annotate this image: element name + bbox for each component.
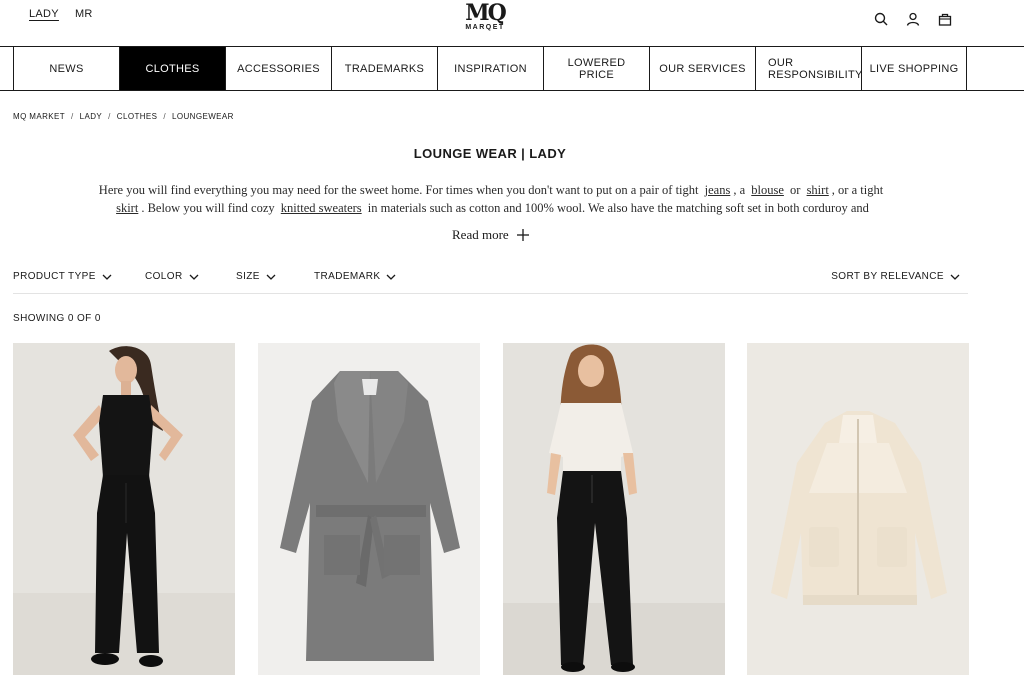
read-more-button[interactable]: Read more [452,227,529,243]
filter-product-type[interactable]: PRODUCT TYPE [13,271,112,282]
filter-color[interactable]: COLOR [145,271,199,282]
breadcrumb-separator: / [71,112,74,121]
chevron-down-icon [266,274,276,280]
bag-icon[interactable] [936,10,954,28]
read-more-label: Read more [452,227,509,242]
link-jeans[interactable]: jeans [705,183,731,197]
intro-text: Here you will find everything you may ne… [98,183,699,197]
sort-label: SORT BY RELEVANCE [831,271,944,282]
results-count: SHOWING 0 OF 0 [13,313,101,324]
product-card-black-tank-trousers[interactable] [13,343,235,675]
nav-item-accessories[interactable]: ACCESSORIES [225,47,331,90]
nav-item-news[interactable]: NEWS [13,47,119,90]
product-image [503,343,725,675]
category-description: Here you will find everything you may ne… [96,181,886,217]
link-blouse[interactable]: blouse [751,183,784,197]
breadcrumb-separator: / [108,112,111,121]
nav-item-trademarks[interactable]: TRADEMARKS [331,47,437,90]
breadcrumb-item-loungewear[interactable]: LOUNGEWEAR [172,112,234,121]
breadcrumb-item-lady[interactable]: LADY [80,112,103,121]
breadcrumb-item-clothes[interactable]: CLOTHES [117,112,158,121]
nav-item-our-responsibility[interactable]: OUR RESPONSIBILITY [755,47,862,90]
filter-label: PRODUCT TYPE [13,271,96,282]
sort-dropdown[interactable]: SORT BY RELEVANCE [831,271,960,282]
header-icons [872,10,954,28]
breadcrumb-item-mq-market[interactable]: MQ MARKET [13,112,65,121]
intro-text: , a [733,183,746,197]
gender-switch: LADY MR [29,8,93,20]
product-image [13,343,235,675]
nav-item-lowered-price[interactable]: LOWERED PRICE [543,47,649,90]
filter-trademark[interactable]: TRADEMARK [314,271,396,282]
page-title: LOUNGE WEAR | LADY [413,146,567,161]
link-knitted-sweaters[interactable]: knitted sweaters [281,201,362,215]
filter-size[interactable]: SIZE [236,271,276,282]
product-card-white-tee-black-trousers[interactable] [503,343,725,675]
gender-link-mr[interactable]: MR [75,8,93,20]
gender-link-lady[interactable]: LADY [29,8,59,20]
product-image [747,343,969,675]
top-bar: LADY MR MQ MARQET [0,0,1024,46]
nav-item-our-services[interactable]: OUR SERVICES [649,47,755,90]
filter-label: COLOR [145,271,183,282]
logo-mark: MQ [465,0,507,26]
plus-icon [516,229,529,241]
chevron-down-icon [189,274,199,280]
nav-item-clothes[interactable]: CLOTHES [119,47,225,90]
chevron-down-icon [950,274,960,280]
intro-text: or [790,183,801,197]
nav-item-live-shopping[interactable]: LIVE SHOPPING [861,47,967,90]
search-icon[interactable] [872,10,890,28]
filter-bar: PRODUCT TYPE COLOR SIZE TRADEMARK SORT B… [13,264,968,294]
nav-item-inspiration[interactable]: INSPIRATION [437,47,543,90]
filter-label: SIZE [236,271,260,282]
filter-label: TRADEMARK [314,271,381,282]
product-card-grey-bathrobe[interactable] [258,343,480,675]
chevron-down-icon [102,274,112,280]
intro-text: , or a tight [831,183,884,197]
product-card-cream-fleece-jacket[interactable] [747,343,969,675]
product-image [258,343,480,675]
chevron-down-icon [386,274,396,280]
link-skirt[interactable]: skirt [116,201,138,215]
intro-text: . Below you will find cozy [141,201,275,215]
breadcrumb: MQ MARKET / LADY / CLOTHES / LOUNGEWEAR [13,112,234,121]
intro-text: in materials such as cotton and 100% woo… [367,201,869,215]
logo-wordmark: MARQET [465,24,505,31]
main-navigation: NEWS CLOTHES ACCESSORIES TRADEMARKS INSP… [0,46,1024,91]
logo[interactable]: MQ MARQET [458,2,512,32]
user-icon[interactable] [904,10,922,28]
breadcrumb-separator: / [163,112,167,121]
link-shirt[interactable]: shirt [807,183,829,197]
